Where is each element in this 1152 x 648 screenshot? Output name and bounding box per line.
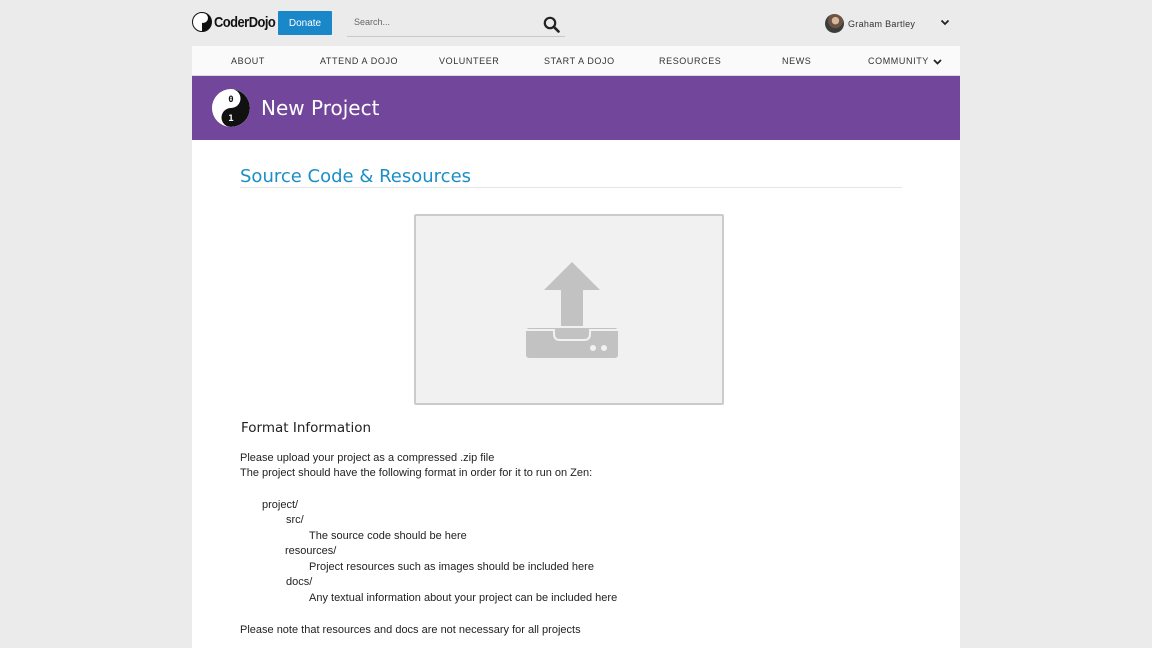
donate-button[interactable]: Donate — [278, 11, 332, 35]
tree-resources-desc: Project resources such as images should … — [309, 561, 594, 573]
logo-glyph-zero: 0 — [228, 95, 233, 105]
section-divider — [240, 187, 902, 188]
nav-item-community[interactable]: COMMUNITY — [868, 46, 942, 76]
chevron-down-icon — [933, 58, 942, 65]
nav-item-attend-a-dojo[interactable]: ATTEND A DOJO — [320, 46, 398, 76]
upload-instruction: Please upload your project as a compress… — [240, 452, 495, 464]
nav-item-start-a-dojo[interactable]: START A DOJO — [544, 46, 615, 76]
upload-dropzone[interactable] — [414, 214, 724, 405]
nav-item-about[interactable]: ABOUT — [231, 46, 265, 76]
search-box — [347, 10, 565, 37]
project-logo-icon: 0 1 — [212, 89, 250, 127]
section-title: Source Code & Resources — [240, 166, 472, 187]
user-menu[interactable]: Graham Bartley — [825, 14, 915, 33]
main-nav: ABOUT ATTEND A DOJO VOLUNTEER START A DO… — [192, 46, 960, 76]
top-bar: CoderDojo Donate Graham Bartley — [0, 0, 1152, 46]
upload-icon — [526, 262, 618, 358]
yin-yang-icon — [192, 12, 212, 32]
format-heading: Format Information — [241, 420, 372, 436]
user-name[interactable]: Graham Bartley — [848, 19, 915, 29]
logo-glyph-one: 1 — [228, 114, 233, 124]
tree-docs: docs/ — [286, 576, 313, 588]
main-content: Source Code & Resources Format Informati… — [192, 140, 960, 648]
search-icon[interactable] — [543, 16, 560, 33]
nav-item-news[interactable]: NEWS — [782, 46, 811, 76]
format-intro: The project should have the following fo… — [240, 467, 593, 479]
search-input[interactable] — [354, 17, 534, 27]
tree-resources: resources/ — [285, 545, 337, 557]
logo-text: CoderDojo — [214, 13, 276, 31]
nav-item-volunteer[interactable]: VOLUNTEER — [439, 46, 499, 76]
chevron-down-icon[interactable] — [940, 19, 950, 26]
nav-item-community-label: COMMUNITY — [868, 56, 929, 66]
nav-item-resources[interactable]: RESOURCES — [659, 46, 721, 76]
tree-docs-desc: Any textual information about your proje… — [309, 592, 618, 604]
coderdojo-logo[interactable]: CoderDojo — [192, 12, 285, 32]
avatar[interactable] — [825, 14, 844, 33]
optional-note: Please note that resources and docs are … — [240, 624, 581, 636]
page-title: New Project — [261, 96, 380, 120]
tree-src: src/ — [286, 514, 304, 526]
tree-src-desc: The source code should be here — [309, 530, 467, 542]
page-header: 0 1 New Project — [192, 76, 960, 140]
tree-project: project/ — [262, 499, 299, 511]
